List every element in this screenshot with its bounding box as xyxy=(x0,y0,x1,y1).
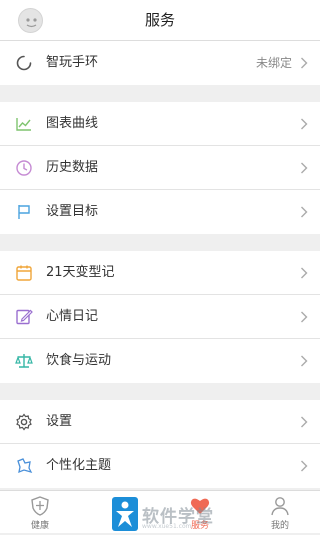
menu-item-theme[interactable]: 个性化主题 xyxy=(0,444,320,488)
chevron-right-icon xyxy=(301,57,308,69)
menu-item-label: 个性化主题 xyxy=(46,458,112,473)
device-status: 未绑定 xyxy=(255,56,292,70)
person-logo-icon xyxy=(116,501,134,527)
top-bar: 服务 xyxy=(0,0,320,41)
chevron-right-icon xyxy=(301,162,308,174)
menu-item-label: 历史数据 xyxy=(46,160,99,175)
tab-mine[interactable]: 我的 xyxy=(240,491,320,534)
chevron-right-icon xyxy=(301,416,308,428)
menu-item-label: 设置 xyxy=(46,414,73,429)
balance-scale-icon xyxy=(15,354,33,368)
menu-item-label: 饮食与运动 xyxy=(46,353,112,368)
chart-line-icon xyxy=(16,118,31,131)
tab-label: 健康 xyxy=(30,521,49,531)
menu-item-label: 图表曲线 xyxy=(46,116,99,131)
loading-circle-icon xyxy=(16,55,32,71)
person-icon xyxy=(271,497,289,516)
menu-item-history[interactable]: 历史数据 xyxy=(0,146,320,190)
menu-item-diet-exercise[interactable]: 饮食与运动 xyxy=(0,339,320,383)
menu-item-mood-diary[interactable]: 心情日记 xyxy=(0,295,320,339)
theme-icon xyxy=(17,458,33,474)
edit-note-icon xyxy=(16,309,33,325)
menu-item-21-days[interactable]: 21天变型记 xyxy=(0,251,320,295)
menu-item-label: 设置目标 xyxy=(46,204,99,219)
watermark-url: www.xue51.com xyxy=(142,523,192,530)
chevron-right-icon xyxy=(301,311,308,323)
chevron-right-icon xyxy=(301,355,308,367)
page-title: 服务 xyxy=(144,11,175,29)
shield-icon xyxy=(31,496,49,516)
menu-item-label: 21天变型记 xyxy=(46,265,115,280)
device-row[interactable]: 智玩手环 未绑定 xyxy=(0,41,320,85)
menu-item-settings[interactable]: 设置 xyxy=(0,400,320,444)
chevron-right-icon xyxy=(301,267,308,279)
device-label: 智玩手环 xyxy=(46,55,99,70)
gear-icon xyxy=(16,413,32,431)
menu-item-goal[interactable]: 设置目标 xyxy=(0,190,320,234)
flag-icon xyxy=(18,205,30,219)
watermark: 软件学堂 www.xue51.com xyxy=(112,497,232,533)
calendar-icon xyxy=(16,265,32,281)
clock-icon xyxy=(16,160,32,176)
chevron-right-icon xyxy=(301,460,308,472)
menu-item-label: 心情日记 xyxy=(46,309,99,324)
tab-health[interactable]: 健康 xyxy=(0,491,80,534)
watermark-logo xyxy=(112,497,138,531)
chevron-right-icon xyxy=(301,118,308,130)
menu-item-chart[interactable]: 图表曲线 xyxy=(0,102,320,146)
tab-label: 我的 xyxy=(270,521,289,531)
chevron-right-icon xyxy=(301,206,308,218)
